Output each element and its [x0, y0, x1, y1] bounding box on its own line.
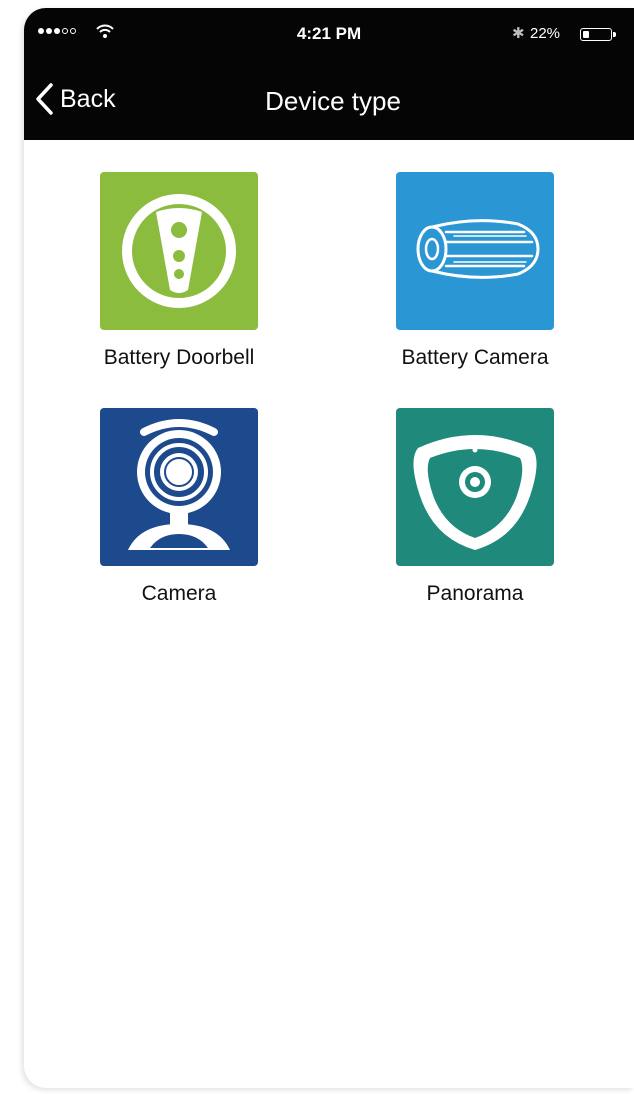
navigation-bar: Back Device type	[24, 58, 634, 140]
device-label: Panorama	[426, 582, 524, 605]
device-label: Battery Camera	[401, 346, 549, 369]
device-label: Camera	[141, 582, 217, 605]
battery-icon	[580, 28, 616, 41]
webcam-icon	[100, 408, 258, 566]
status-bar: 4:21 PM ✱ 22%	[24, 8, 634, 58]
device-camera[interactable]: Camera	[74, 408, 284, 606]
battery-camera-icon	[396, 172, 554, 330]
device-battery-camera[interactable]: Battery Camera	[370, 172, 580, 370]
battery-percentage: 22%	[530, 25, 561, 42]
phone-screen: 4:21 PM ✱ 22% Back Device type Battery D…	[24, 8, 634, 1088]
page-title: Device type	[265, 86, 401, 116]
panorama-camera-icon	[396, 408, 554, 566]
device-panorama[interactable]: Panorama	[370, 408, 580, 606]
doorbell-icon	[100, 172, 258, 330]
device-battery-doorbell[interactable]: Battery Doorbell	[74, 172, 284, 370]
bluetooth-icon: ✱	[512, 25, 525, 42]
device-label: Battery Doorbell	[103, 346, 255, 369]
